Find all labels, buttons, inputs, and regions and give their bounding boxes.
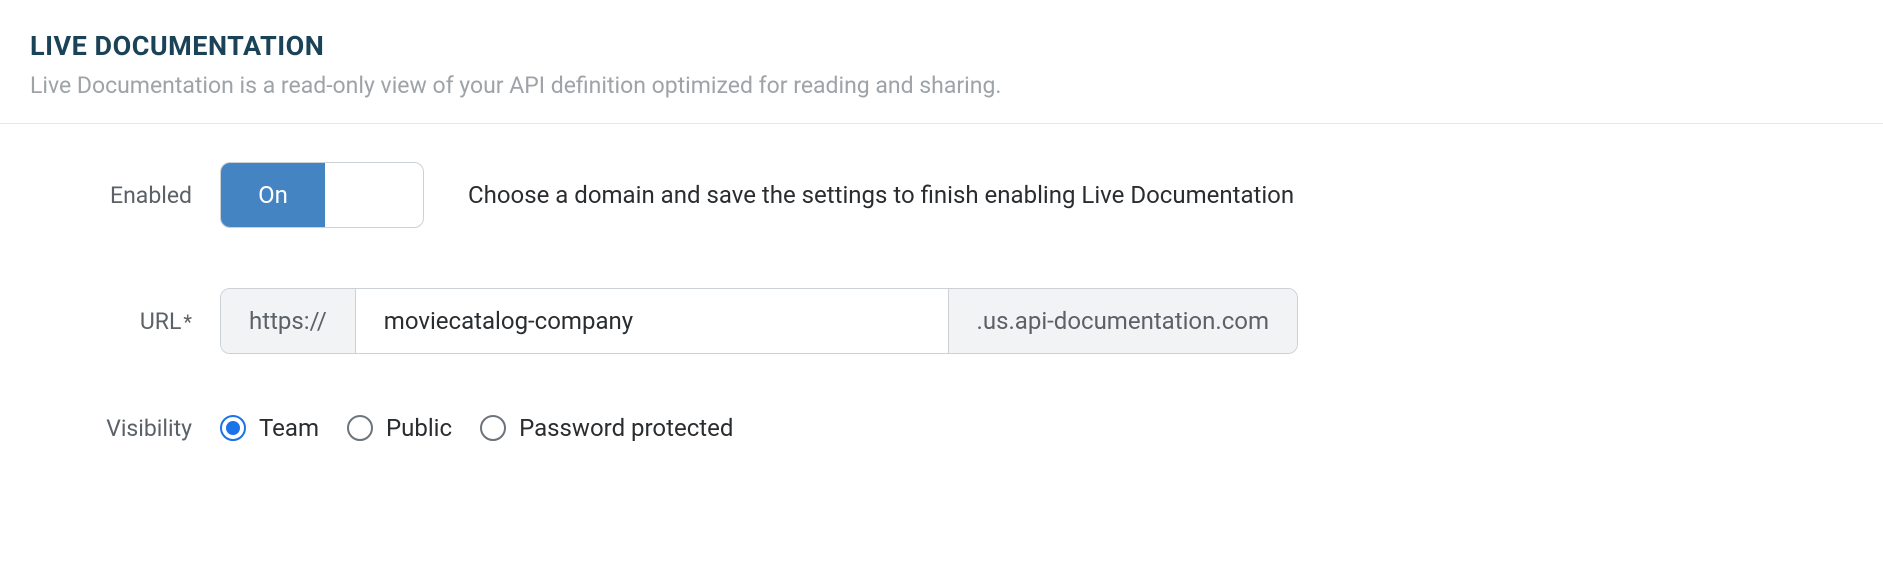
enabled-label: Enabled [30, 182, 220, 209]
url-label-text: URL [140, 308, 181, 335]
radio-team-label: Team [259, 414, 319, 442]
row-url: URL* https:// .us.api-documentation.com [30, 288, 1853, 354]
radio-password-circle [480, 415, 506, 441]
radio-public[interactable]: Public [347, 414, 452, 442]
radio-team-circle [220, 415, 246, 441]
visibility-radio-group: Team Public Password protected [220, 414, 733, 442]
row-enabled: Enabled On Choose a domain and save the … [30, 162, 1853, 228]
radio-password[interactable]: Password protected [480, 414, 733, 442]
toggle-on-label: On [221, 163, 325, 227]
visibility-label: Visibility [30, 415, 220, 442]
required-star: * [183, 310, 192, 334]
url-prefix: https:// [221, 289, 356, 353]
radio-team-dot [226, 421, 240, 435]
enabled-helper: Choose a domain and save the settings to… [468, 181, 1294, 209]
url-label: URL* [30, 308, 220, 335]
url-group: https:// .us.api-documentation.com [220, 288, 1298, 354]
row-visibility: Visibility Team Public [30, 414, 1853, 442]
radio-password-label: Password protected [519, 414, 733, 442]
enabled-toggle[interactable]: On [220, 162, 424, 228]
radio-public-label: Public [386, 414, 452, 442]
radio-public-circle [347, 415, 373, 441]
url-input[interactable] [356, 289, 948, 353]
radio-team[interactable]: Team [220, 414, 319, 442]
url-suffix: .us.api-documentation.com [948, 289, 1297, 353]
section-description: Live Documentation is a read-only view o… [30, 72, 1853, 99]
section-title: LIVE DOCUMENTATION [30, 30, 1853, 62]
